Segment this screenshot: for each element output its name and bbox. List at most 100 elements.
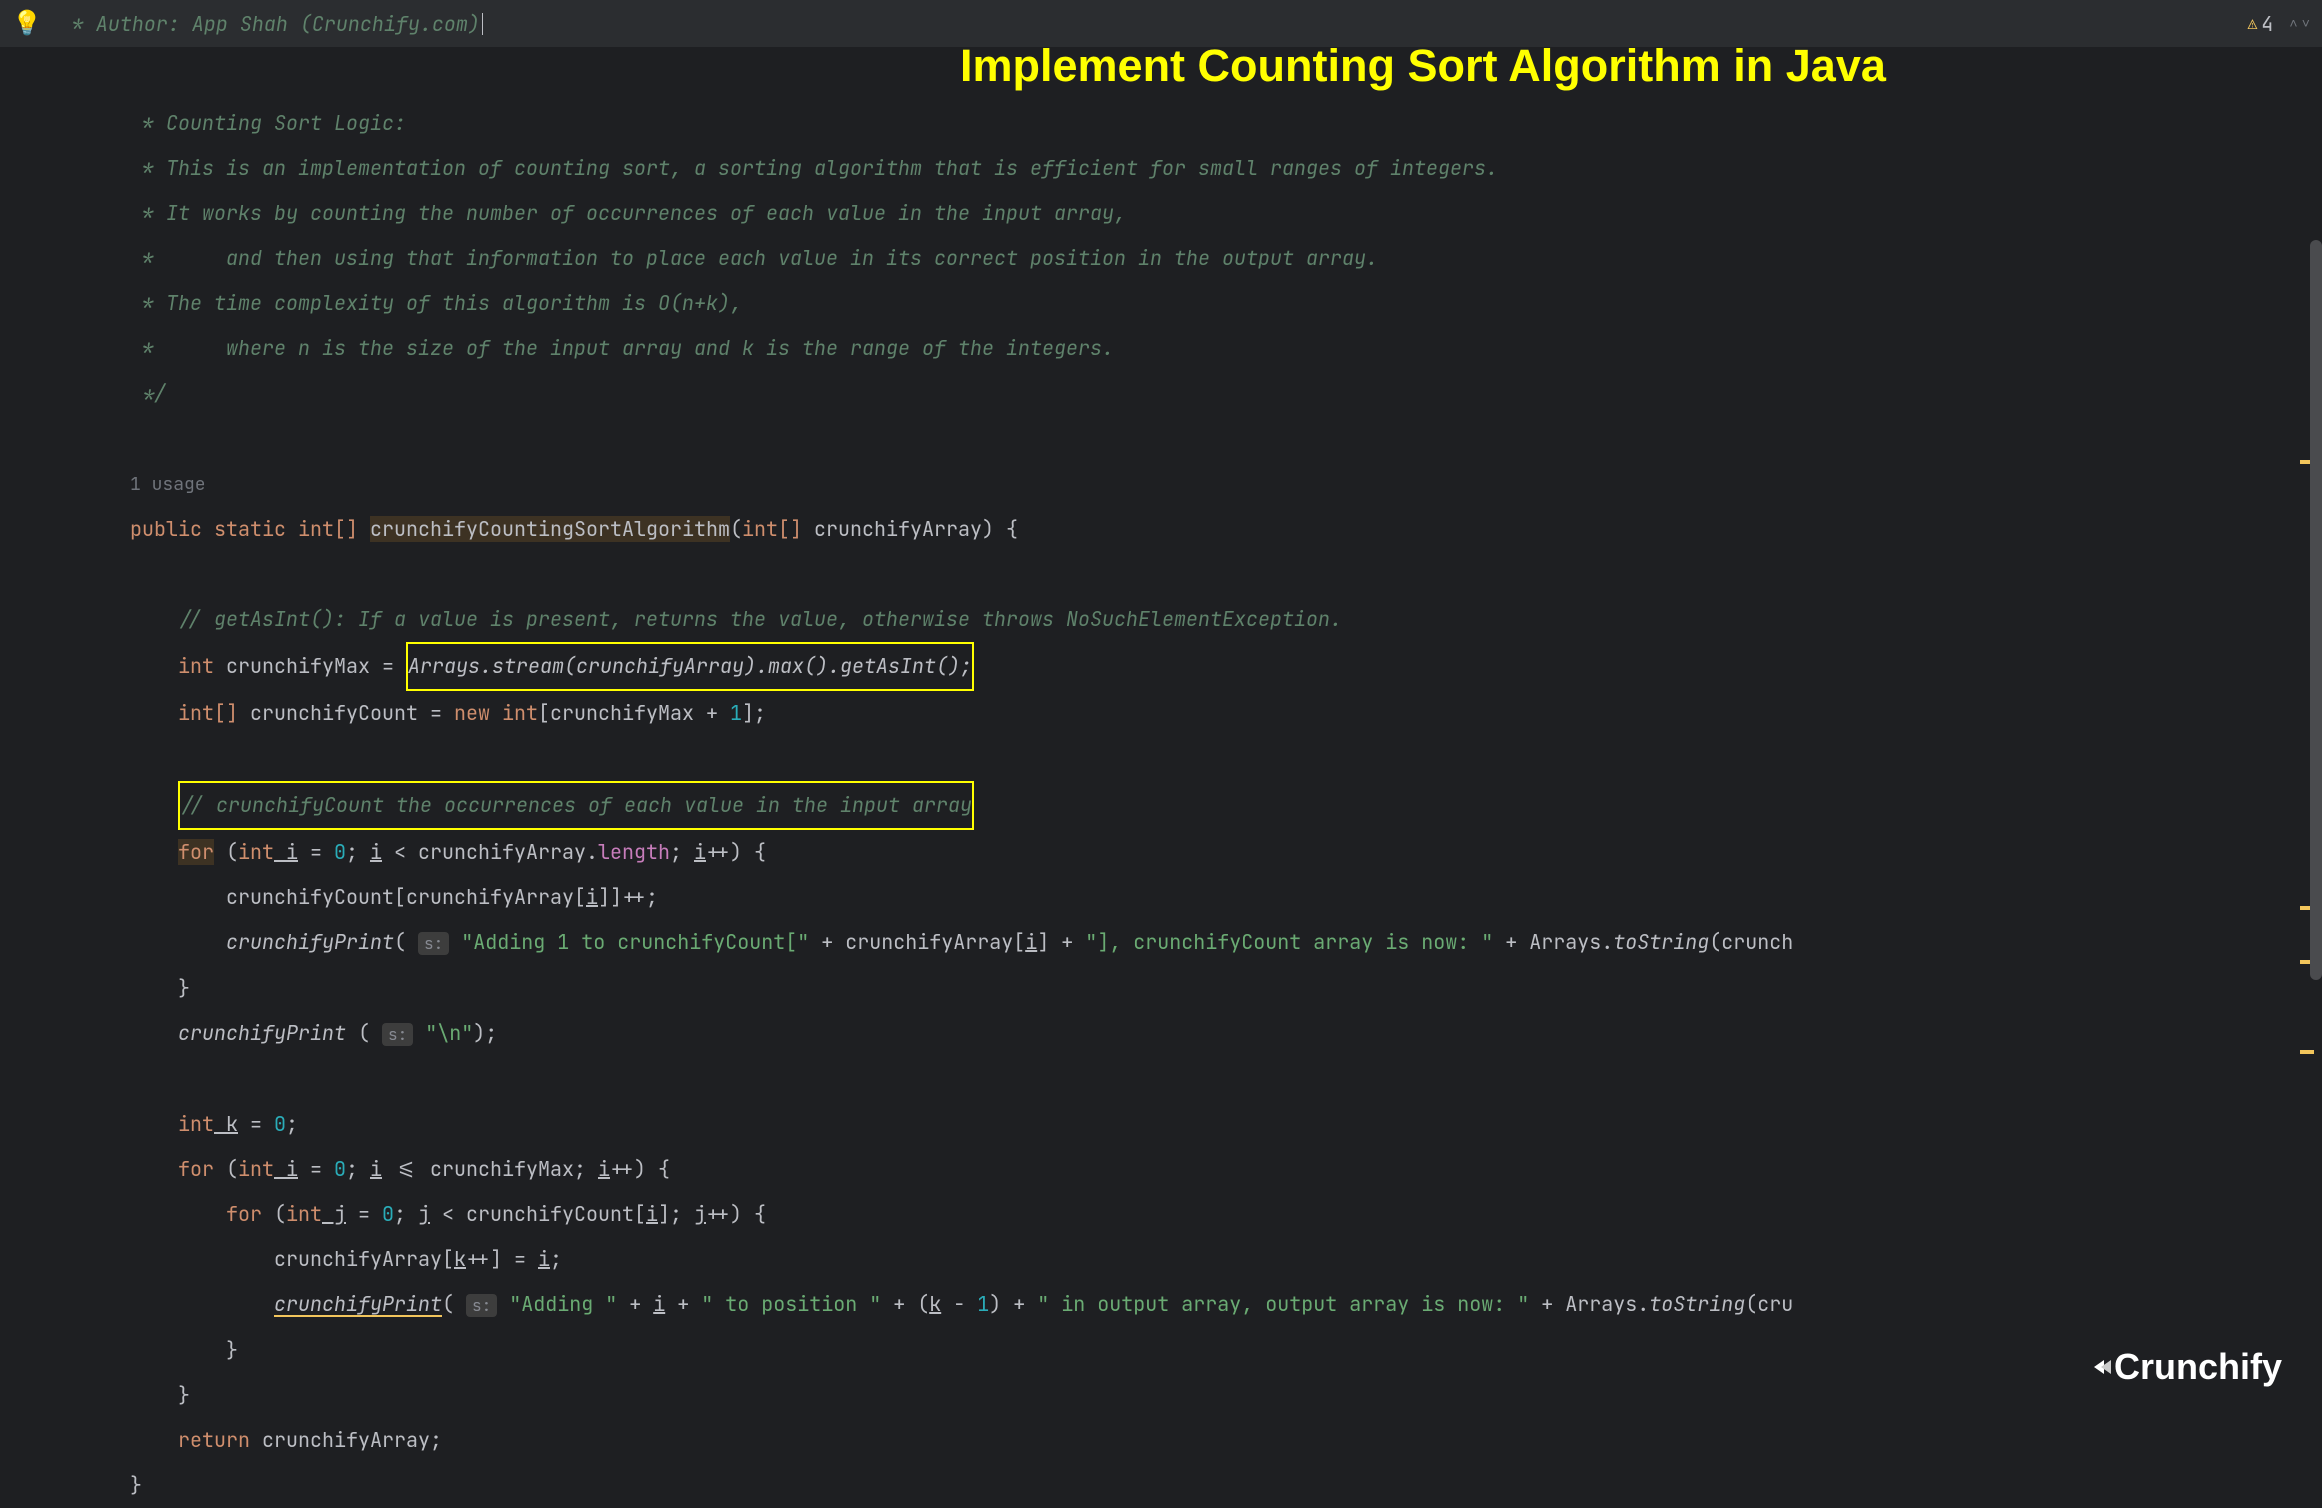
code: crunchifyArray[	[274, 1246, 454, 1272]
code: +	[617, 1291, 653, 1317]
var: i	[694, 839, 706, 865]
string: "\n"	[425, 1020, 473, 1046]
vertical-scrollbar[interactable]	[2310, 240, 2322, 980]
logo-text: Crunchify	[2114, 1346, 2282, 1388]
string: " in output array, output array is now: …	[1037, 1291, 1529, 1317]
var: i	[370, 1156, 382, 1182]
type: int	[238, 839, 274, 865]
param: crunchifyArray) {	[802, 516, 1018, 542]
semi: ;	[286, 1111, 298, 1137]
warning-marker[interactable]	[2300, 1050, 2314, 1054]
eq: =	[346, 1201, 382, 1227]
string: "Adding "	[509, 1291, 617, 1317]
comment-line: // crunchifyCount the occurrences of eac…	[180, 792, 972, 818]
keyword: public	[130, 516, 202, 542]
brace: }	[130, 1472, 142, 1498]
string: "Adding 1 to crunchifyCount["	[461, 929, 809, 955]
bracket: [crunchifyMax +	[538, 700, 730, 726]
brace: }	[178, 975, 190, 1001]
eq: =	[238, 1111, 274, 1137]
var: k	[214, 1111, 238, 1137]
comment-line: * where n is the size of the input array…	[130, 335, 1114, 361]
code: < crunchifyCount[	[430, 1201, 646, 1227]
type: int	[238, 1156, 274, 1182]
text-cursor	[482, 13, 483, 35]
semi: ;	[670, 839, 694, 865]
var: i	[653, 1291, 665, 1317]
keyword: for	[178, 839, 214, 865]
warning-badge[interactable]: ⚠ 4	[2248, 11, 2274, 37]
code: +	[665, 1291, 701, 1317]
keyword: for	[178, 1156, 214, 1182]
var-decl: crunchifyCount =	[238, 700, 454, 726]
code: crunchifyCount[crunchifyArray[	[226, 884, 586, 910]
class-ref: Arrays	[408, 653, 480, 679]
prev-highlight-icon[interactable]: ˄	[2289, 15, 2297, 33]
code: crunchifyArray;	[250, 1427, 442, 1453]
semi: ;	[394, 1201, 418, 1227]
var: i	[1025, 929, 1037, 955]
method-name: crunchifyCountingSortAlgorithm	[370, 516, 730, 542]
paren: (	[214, 1156, 238, 1182]
bracket: ];	[742, 700, 766, 726]
code: ++) {	[706, 1201, 766, 1227]
code: ] +	[1037, 929, 1085, 955]
method-call: crunchifyPrint	[274, 1291, 442, 1317]
var: j	[418, 1201, 430, 1227]
code: <= crunchifyMax;	[382, 1156, 598, 1182]
warning-count: 4	[2261, 11, 2273, 37]
code: ]]++;	[598, 884, 658, 910]
eq: =	[298, 839, 334, 865]
comment-line: * The time complexity of this algorithm …	[130, 290, 742, 316]
string: "], crunchifyCount array is now: "	[1085, 929, 1493, 955]
code: -	[941, 1291, 977, 1317]
var: i	[274, 839, 298, 865]
overlay-title: Implement Counting Sort Algorithm in Jav…	[960, 40, 1886, 92]
number: 0	[382, 1201, 394, 1227]
number: 0	[334, 839, 346, 865]
method-call: .stream(crunchifyArray).max().getAsInt()…	[480, 653, 972, 679]
var: i	[274, 1156, 298, 1182]
code: (cru	[1745, 1291, 1793, 1317]
number: 0	[274, 1111, 286, 1137]
code-editor[interactable]: * Counting Sort Logic: * This is an impl…	[0, 48, 2322, 1508]
comment-line: * Counting Sort Logic:	[130, 110, 406, 136]
comment-line: */	[130, 380, 166, 406]
var: i	[538, 1246, 550, 1272]
var: i	[598, 1156, 610, 1182]
var: k	[454, 1246, 466, 1272]
type: int[]	[742, 516, 802, 542]
lightbulb-icon[interactable]: 💡	[12, 8, 42, 39]
method-call: toString	[1649, 1291, 1745, 1317]
var: j	[694, 1201, 706, 1227]
current-line-preview: * Author: App Shah (Crunchify.com)	[72, 11, 480, 37]
code: ++) {	[610, 1156, 670, 1182]
code: + (	[881, 1291, 929, 1317]
code: ) +	[989, 1291, 1037, 1317]
usage-hint[interactable]: 1 usage	[130, 473, 206, 496]
keyword: static	[214, 516, 286, 542]
code: + Arrays.	[1493, 929, 1613, 955]
string: " to position "	[701, 1291, 881, 1317]
number: 1	[730, 700, 742, 726]
type: int	[286, 1201, 322, 1227]
warning-icon: ⚠	[2248, 13, 2258, 34]
comment-line: * This is an implementation of counting …	[130, 155, 1498, 181]
code: + Arrays.	[1529, 1291, 1649, 1317]
eq: =	[298, 1156, 334, 1182]
method-call: toString	[1613, 929, 1709, 955]
field: length	[598, 839, 670, 865]
code: + crunchifyArray[	[809, 929, 1025, 955]
crunchify-logo: Crunchify	[2094, 1346, 2282, 1388]
code: ];	[658, 1201, 694, 1227]
type: int	[178, 653, 214, 679]
keyword: new	[454, 700, 490, 726]
comment-line: * and then using that information to pla…	[130, 245, 1378, 271]
keyword: for	[226, 1201, 262, 1227]
param-hint: s:	[466, 1294, 497, 1317]
var: i	[586, 884, 598, 910]
var: i	[370, 839, 382, 865]
param-hint: s:	[382, 1023, 413, 1046]
number: 1	[977, 1291, 989, 1317]
var-decl: crunchifyMax =	[214, 653, 406, 679]
